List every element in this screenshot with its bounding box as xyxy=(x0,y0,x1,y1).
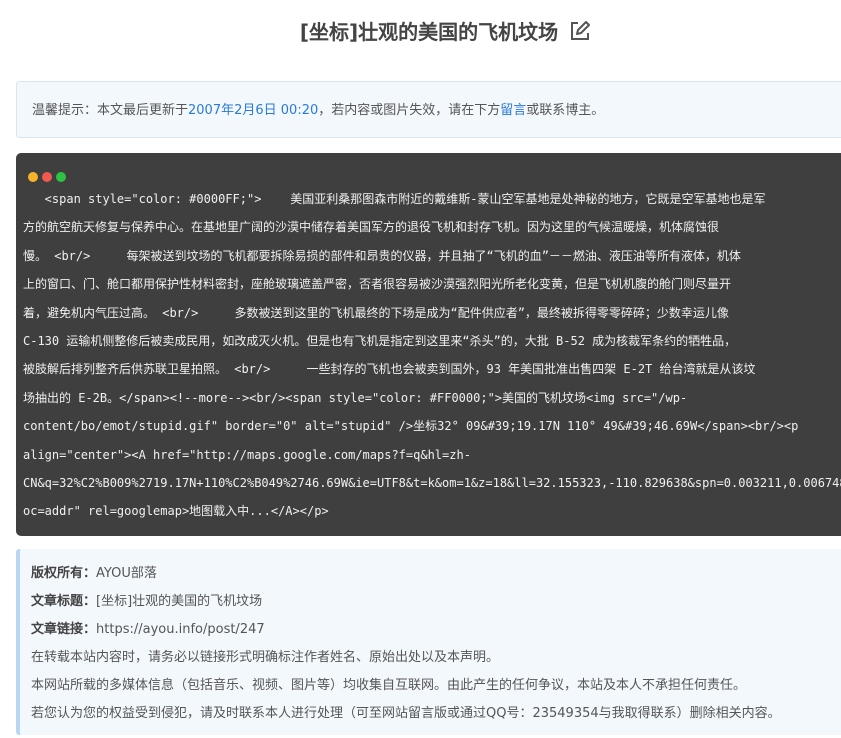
code-line: 场抽出的 E-2B。</span><!--more--><br/><span s… xyxy=(23,390,688,405)
comment-link[interactable]: 留言 xyxy=(500,103,526,118)
title-value: [坐标]壮观的美国的飞机坟场 xyxy=(96,594,263,609)
window-dots xyxy=(28,167,70,186)
code-line: 方的航空航天修复与保养中心。在基地里广阔的沙漠中储存着美国军方的退役飞机和封存飞… xyxy=(23,220,720,235)
code-block: <span style="color: #0000FF;"> 美国亚利桑那图森市… xyxy=(16,153,841,536)
code-line: content/bo/emot/stupid.gif" border="0" a… xyxy=(23,419,799,434)
copyright-line-1: 在转载本站内容时，请务必以链接形式明确标注作者姓名、原始出处以及本声明。 xyxy=(31,650,500,665)
code-line: 上的窗口、门、舱口都用保护性材料密封，座舱玻璃遮盖严密，否者很容易被沙漠强烈阳光… xyxy=(23,277,732,292)
copyright-line-3: 若您认为您的权益受到侵犯，请及时联系本人进行处理（可至网站留言版或通过QQ号：2… xyxy=(31,706,781,721)
copyright-title-row: 文章标题：[坐标]壮观的美国的飞机坟场 xyxy=(31,588,841,616)
updated-date-link[interactable]: 2007年2月6日 00:20 xyxy=(188,103,318,118)
copyright-box: 版权所有：AYOU部落 文章标题：[坐标]壮观的美国的飞机坟场 文章链接：htt… xyxy=(16,549,841,735)
copyright-line-2: 本网站所载的多媒体信息（包括音乐、视频、图片等）均收集自互联网。由此产生的任何争… xyxy=(31,678,747,693)
code-content: <span style="color: #0000FF;"> 美国亚利桑那图森市… xyxy=(23,185,841,526)
code-line: align="center"><A href="http://maps.goog… xyxy=(23,447,471,462)
link-value[interactable]: https://ayou.info/post/247 xyxy=(96,622,265,637)
notice-suffix: 或联系博主。 xyxy=(526,103,605,118)
notice-middle: ，若内容或图片失效，请在下方 xyxy=(318,103,501,118)
copyright-link-row: 文章链接：https://ayou.info/post/247 xyxy=(31,616,841,644)
post-title-row: [坐标]壮观的美国的飞机坟场 xyxy=(0,14,841,53)
code-line: 慢。 <br/> 每架被送到坟场的飞机都要拆除易损的部件和昂贵的仪器，并且抽了“… xyxy=(23,248,741,263)
red-dot-icon xyxy=(42,172,52,182)
edit-icon[interactable] xyxy=(569,17,591,53)
owner-label: 版权所有： xyxy=(31,566,97,581)
code-line: CN&q=32%C2%B009%2719.17N+110%C2%B049%274… xyxy=(23,476,841,491)
code-line: 着，避免机内气压过高。 <br/> 多数被送到这里的飞机最终的下场是成为“配件供… xyxy=(23,305,729,320)
copyright-owner-row: 版权所有：AYOU部落 xyxy=(31,560,841,588)
notice-prefix: 温馨提示：本文最后更新于 xyxy=(32,103,189,118)
update-notice: 温馨提示：本文最后更新于2007年2月6日 00:20，若内容或图片失效，请在下… xyxy=(16,81,841,138)
link-label: 文章链接： xyxy=(31,622,97,637)
title-label: 文章标题： xyxy=(31,594,97,609)
code-line: <span style="color: #0000FF;"> 美国亚利桑那图森市… xyxy=(23,192,766,206)
green-dot-icon xyxy=(56,172,66,182)
yellow-dot-icon xyxy=(28,172,38,182)
post-title: [坐标]壮观的美国的飞机坟场 xyxy=(299,20,559,44)
owner-value: AYOU部落 xyxy=(96,566,157,581)
code-line: 被肢解后排列整齐后供苏联卫星拍照。 <br/> 一些封存的飞机也会被卖到国外，9… xyxy=(23,362,756,377)
code-line: C-130 运输机侧整修后被卖成民用，如改成灭火机。但是也有飞机是指定到这里来“… xyxy=(23,334,737,349)
code-line: oc=addr" rel=googlemap>地图载入中...</A></p> xyxy=(23,504,329,519)
